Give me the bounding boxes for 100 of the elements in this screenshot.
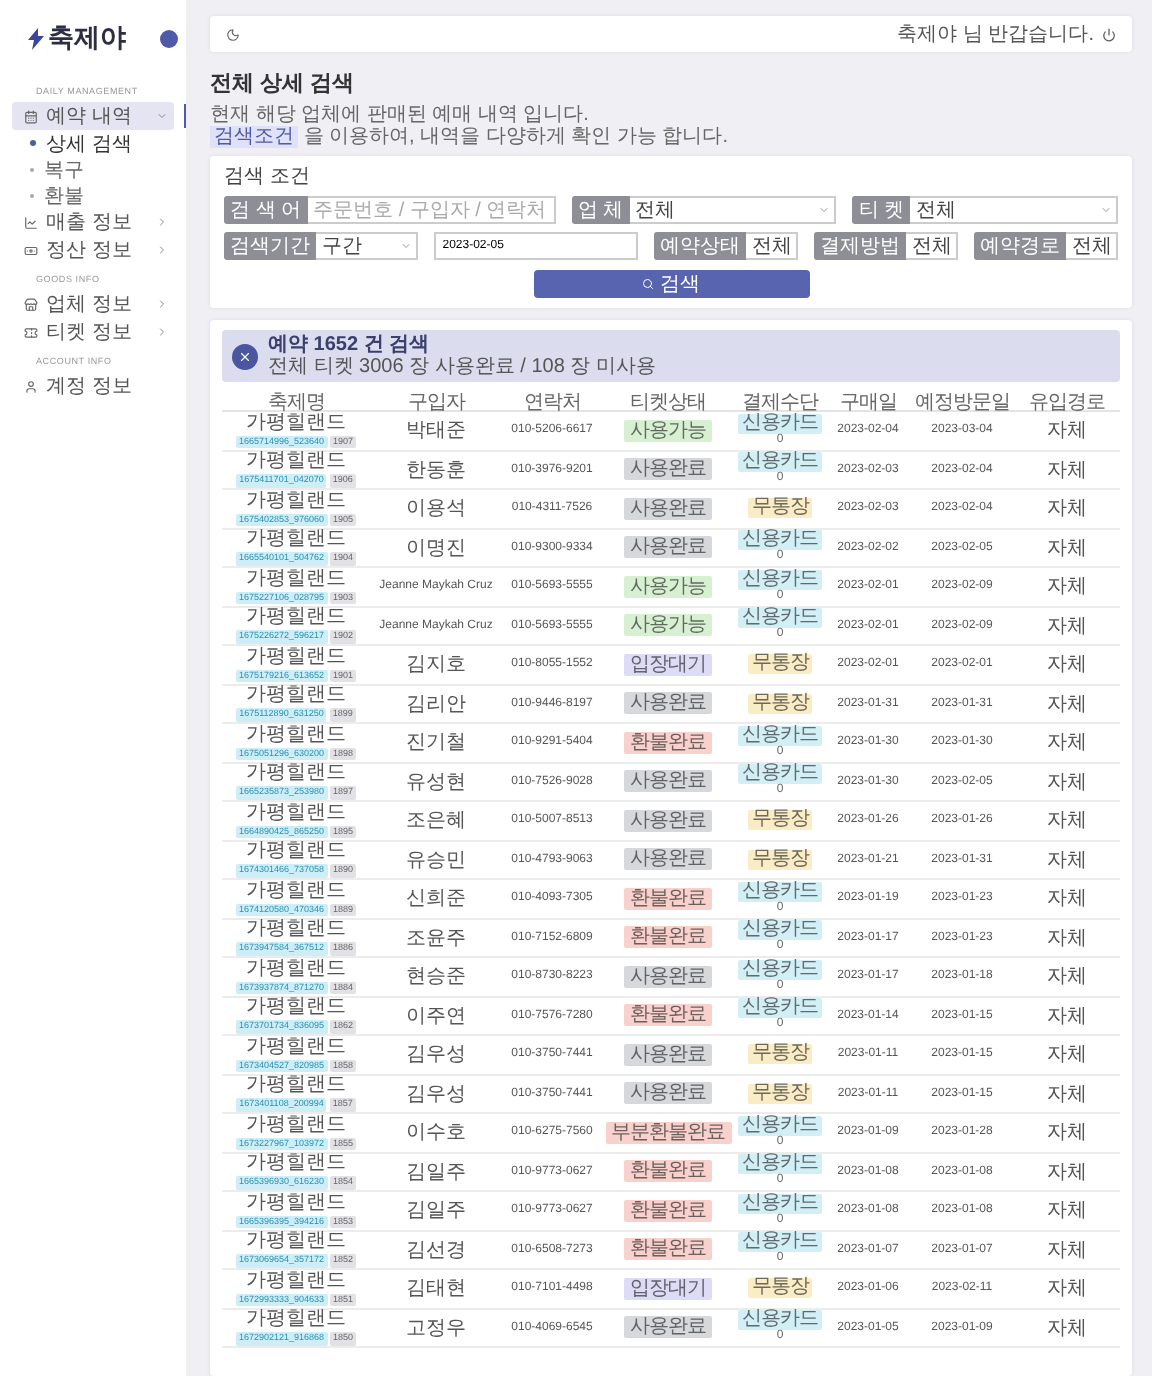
festival-name: 가평힐랜드 xyxy=(246,452,346,472)
channel: 자체 xyxy=(1047,418,1087,445)
payment-badge: 무통장 xyxy=(747,849,813,870)
festival-name: 가평힐랜드 xyxy=(246,959,346,979)
festival-name: 가평힐랜드 xyxy=(246,1271,346,1291)
payment-badge: 신용카드 xyxy=(738,1193,822,1214)
caret-icon xyxy=(1099,204,1112,216)
status-badge: 환불완료 xyxy=(624,1238,712,1261)
result-count: 예약 1652 건 검색 xyxy=(268,334,432,356)
channel: 자체 xyxy=(1047,652,1087,679)
festival-name: 가평힐랜드 xyxy=(246,881,346,901)
column-header: 결제수단 xyxy=(742,390,818,414)
festival-name: 가평힐랜드 xyxy=(246,608,346,628)
payment-badge: 신용카드 xyxy=(738,1310,822,1331)
field-label: 검 색 어 xyxy=(224,196,308,224)
payment-badge: 무통장 xyxy=(747,810,813,831)
status-badge: 환불완료 xyxy=(624,1004,712,1027)
payment-badge: 신용카드 xyxy=(738,1115,822,1136)
notification-dot-icon[interactable] xyxy=(160,29,178,47)
moon-icon[interactable] xyxy=(226,27,240,41)
payment-badge: 무통장 xyxy=(747,654,813,675)
status-badge: 사용완료 xyxy=(624,1316,712,1339)
status-badge: 사용가능 xyxy=(624,419,712,442)
buyer-name: 김우성 xyxy=(406,1081,466,1108)
select-field[interactable]: 전체 xyxy=(629,196,837,224)
search-condition-chip: 검색조건 xyxy=(210,126,298,148)
status-badge: 환불완료 xyxy=(624,926,712,949)
status-badge: 사용완료 xyxy=(624,1082,712,1105)
buyer-name: 박태준 xyxy=(406,418,466,445)
status-badge: 입장대기 xyxy=(624,1277,712,1300)
store-icon xyxy=(24,297,38,311)
sidebar-item[interactable]: 티켓 정보 xyxy=(12,318,174,346)
sidebar-item[interactable]: 계정 정보 xyxy=(12,372,174,400)
power-icon[interactable] xyxy=(1102,27,1116,41)
sidebar-item[interactable]: 매출 정보 xyxy=(12,208,174,236)
column-header: 티켓상태 xyxy=(630,390,706,416)
status-badge: 사용가능 xyxy=(624,575,712,598)
channel: 자체 xyxy=(1047,925,1087,952)
channel: 자체 xyxy=(1047,769,1087,796)
status-badge: 사용완료 xyxy=(624,1043,712,1066)
search-field[interactable]: 주문번호 / 구입자 / 연락처 xyxy=(307,196,556,224)
festival-name: 가평힐랜드 xyxy=(246,530,346,550)
select-field[interactable]: 전체 xyxy=(745,232,798,260)
payment-badge: 신용카드 xyxy=(738,764,822,785)
festival-name: 가평힐랜드 xyxy=(246,647,346,667)
search-button[interactable]: 검색 xyxy=(533,270,809,298)
select-field[interactable]: 구간 xyxy=(316,232,419,260)
select-field[interactable]: 전체 xyxy=(1065,232,1118,260)
status-badge: 입장대기 xyxy=(624,653,712,676)
sidebar-subitem[interactable]: 환불 xyxy=(12,182,186,208)
status-badge: 사용완료 xyxy=(624,536,712,559)
status-badge: 사용완료 xyxy=(624,965,712,988)
status-badge: 사용완료 xyxy=(624,692,712,715)
chart-icon xyxy=(24,215,38,229)
festival-name: 가평힐랜드 xyxy=(246,842,346,862)
select-field[interactable]: 전체 xyxy=(910,196,1118,224)
buyer-name: 김리안 xyxy=(406,691,466,718)
buyer-name: 이용석 xyxy=(406,496,466,523)
buyer-name: 유승민 xyxy=(406,847,466,874)
buyer-name: 고정우 xyxy=(406,1315,466,1342)
description: 현재 해당 업체에 판매된 예매 내역 입니다. xyxy=(210,104,591,126)
payment-badge: 신용카드 xyxy=(738,569,822,590)
payment-badge: 신용카드 xyxy=(738,1154,822,1175)
buyer-name: 이수호 xyxy=(406,1120,466,1147)
buyer-name: 이주연 xyxy=(406,1003,466,1030)
buyer-name: 신희준 xyxy=(406,886,466,913)
sidebar-subitem[interactable]: 상세 검색 xyxy=(12,130,186,156)
festival-name: 가평힐랜드 xyxy=(246,1232,346,1252)
payment-badge: 신용카드 xyxy=(738,413,822,434)
channel: 자체 xyxy=(1047,808,1087,835)
caret-icon xyxy=(818,204,831,216)
user-icon xyxy=(24,379,38,393)
caret-icon xyxy=(400,240,413,252)
status-badge: 환불완료 xyxy=(624,1160,712,1183)
festival-name: 가평힐랜드 xyxy=(246,725,346,745)
buyer-name: 김일주 xyxy=(406,1159,466,1186)
payment-badge: 신용카드 xyxy=(738,881,822,902)
sidebar-item[interactable]: 정산 정보 xyxy=(12,236,174,264)
festival-name: 가평힐랜드 xyxy=(246,998,346,1018)
ticket-icon xyxy=(24,325,38,339)
status-badge: 사용완료 xyxy=(624,458,712,481)
channel: 자체 xyxy=(1047,1081,1087,1108)
status-badge: 환불완료 xyxy=(624,731,712,754)
festival-name: 가평힐랜드 xyxy=(246,920,346,940)
status-badge: 부분환불완료 xyxy=(605,1121,731,1144)
select-field[interactable]: 전체 xyxy=(905,232,958,260)
logo: 축제야 xyxy=(28,20,126,56)
channel: 자체 xyxy=(1047,496,1087,523)
festival-name: 가평힐랜드 xyxy=(246,1115,346,1135)
ticket-summary: 전체 티켓 3006 장 사용완료 / 108 장 미사용 xyxy=(268,356,656,378)
field-label: 결제방법 xyxy=(813,232,906,260)
sidebar-item[interactable]: 업체 정보 xyxy=(12,290,174,318)
buyer-name: 유성현 xyxy=(406,769,466,796)
festival-name: 가평힐랜드 xyxy=(246,1037,346,1057)
sidebar-subitem[interactable]: 복구 xyxy=(12,156,186,182)
buyer-name: 김태현 xyxy=(406,1276,466,1303)
column-header: 연락처 xyxy=(523,390,581,416)
search-icon xyxy=(642,278,654,290)
payment-badge: 신용카드 xyxy=(738,1232,822,1253)
channel: 자체 xyxy=(1047,457,1087,484)
